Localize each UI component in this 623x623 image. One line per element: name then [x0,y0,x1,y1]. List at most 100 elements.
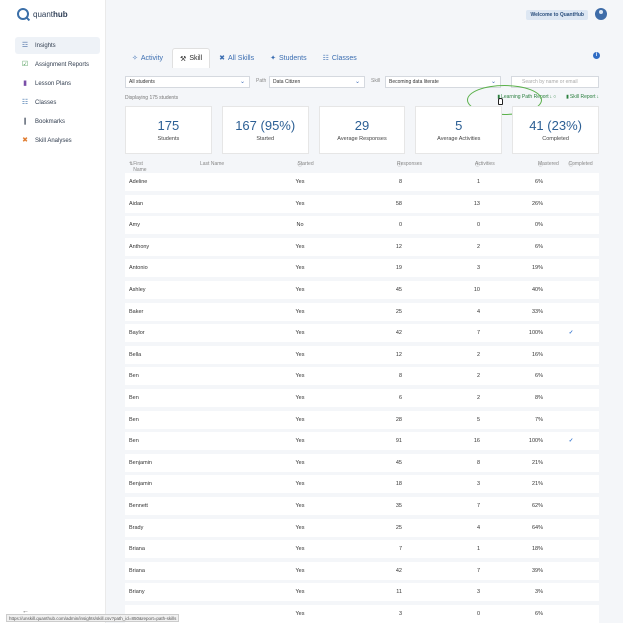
cell-first-name: Brady [129,524,144,531]
welcome-badge[interactable]: Welcome to QuantHub [526,10,588,20]
cell-activities: 2 [476,373,480,380]
column-header-mastered[interactable]: Mastered ⓘ [495,161,559,168]
table-row[interactable]: Baylor Yes 42 7 100% ✓ [125,324,599,343]
table-row[interactable]: Brady Yes 25 4 64% [125,518,599,537]
column-header-first-name[interactable]: ⇅ First Name [129,161,147,173]
stat-card-average-responses: 29 Average Responses [318,106,406,154]
tab-students[interactable]: ✦ Students [263,48,314,68]
column-header-responses[interactable]: Responses ⓘ [357,161,422,168]
students-select-value: All students [129,79,155,85]
cell-mastered: 6% [535,373,543,380]
cell-responses: 12 [395,351,402,358]
table-row[interactable]: Ben Yes 6 2 8% [125,388,599,407]
table-row[interactable]: Antonio Yes 19 3 19% [125,259,599,278]
cell-first-name: Anthony [129,243,150,250]
status-bar-url: https://unskill.quanthub.com/admin/insig… [6,614,180,622]
table-row[interactable]: Bennett Yes 35 7 62% [125,496,599,515]
sidebar: quanthub ☲ Insights ☑ Assignment Reports… [0,0,106,623]
table-row[interactable]: Bella Yes 12 2 16% [125,345,599,364]
stat-label: Completed [542,136,569,142]
cell-first-name: Ben [129,438,139,445]
chart-icon: ☲ [21,42,29,49]
students-select[interactable]: All students ⌄ [125,76,250,88]
column-header-activities[interactable]: Activities ⓘ [435,161,495,168]
cell-mastered: 6% [535,243,543,250]
sidebar-item-label: Insights [35,42,56,49]
brand-logo[interactable]: quanthub [17,8,68,20]
column-header-completed[interactable]: Completed ⓘ [553,161,592,168]
tab-skill[interactable]: ⚒ Skill [172,48,211,68]
table-header: ⇅ First Name Last Name Started ⓘ Respons… [125,161,599,173]
cell-first-name: Baylor [129,330,145,337]
sidebar-item-classes[interactable]: ☷ Classes [15,94,100,111]
cell-started: Yes [295,481,305,488]
skill-report-link[interactable]: ▮ Skill Report ↓ [566,94,599,100]
cell-mastered: 21% [531,459,543,466]
cell-started: Yes [295,438,305,445]
cell-mastered: 100% [528,330,543,337]
skill-label: Skill [371,78,381,84]
stat-label: Students [157,136,180,142]
cell-completed: ✓ [568,438,574,445]
table-row[interactable]: Benjamin Yes 18 3 21% [125,475,599,494]
cell-mastered: 6% [535,610,543,617]
cell-first-name: Briana [129,546,145,553]
cell-activities: 1 [476,179,480,185]
stat-label: Started [256,136,275,142]
table-row[interactable]: Baker Yes 25 4 33% [125,302,599,321]
chevron-down-icon: ⌄ [354,79,360,85]
table-row[interactable]: Briany Yes 11 3 3% [125,583,599,602]
sidebar-item-label: Skill Analyses [35,137,72,144]
cell-responses: 19 [395,265,402,272]
sidebar-item-label: Lesson Plans [35,80,72,87]
table-row[interactable]: Benjamin Yes 45 8 21% [125,453,599,472]
cell-started: Yes [295,589,305,596]
search-input[interactable]: Search by name or email [511,76,599,88]
stat-card-completed: 41 (23%) Completed [512,106,599,154]
stats-cards: 175 Students 167 (95%) Started 29 Averag… [125,106,599,154]
table-row[interactable]: Briana Yes 7 1 18% [125,540,599,559]
table-row[interactable]: Aidan Yes 58 13 26% [125,194,599,213]
path-select[interactable]: Data Citizen ⌄ [269,76,365,88]
tab-all-skills[interactable]: ✖ All Skills [212,48,261,68]
tab-classes[interactable]: ☷ Classes [316,48,364,68]
table-row[interactable]: Briana Yes 42 7 39% [125,561,599,580]
skill-select[interactable]: Becoming data literate ⌄ [385,76,501,88]
cell-activities: 1 [476,546,480,553]
table-row[interactable]: Ben Yes 8 2 6% [125,367,599,386]
avatar[interactable] [595,8,607,20]
skill-select-value: Becoming data literate [389,79,439,85]
table-row[interactable]: Amy No 0 0 0% [125,216,599,235]
table-row[interactable]: Yes 3 0 6% [125,604,599,623]
sidebar-item-bookmarks[interactable]: ❙ Bookmarks [15,113,100,130]
cell-started: Yes [295,524,305,531]
cell-activities: 4 [476,524,480,531]
tab-activity[interactable]: ✧ Activity [125,48,170,68]
quanthub-logo-icon [17,8,29,20]
cell-activities: 3 [476,589,480,596]
cell-responses: 18 [395,481,402,488]
sidebar-item-skill-analyses[interactable]: ✖ Skill Analyses [15,132,100,149]
book-icon: ▮ [23,80,27,87]
cell-activities: 5 [476,416,480,423]
skills-icon: ✖ [219,55,226,62]
sidebar-item-assignment-reports[interactable]: ☑ Assignment Reports [15,56,100,73]
sidebar-item-insights[interactable]: ☲ Insights [15,37,100,54]
table-row[interactable]: Ben Yes 91 16 100% ✓ [125,432,599,451]
cell-first-name: Ben [129,394,139,401]
stat-value: 29 [354,118,370,133]
table-row[interactable]: Ashley Yes 45 10 40% [125,280,599,299]
column-header-started[interactable]: Started ⓘ [285,161,315,168]
column-header-last-name[interactable]: Last Name [200,161,224,167]
stat-value: 41 (23%) [529,118,582,133]
table-row[interactable]: Adeline Yes 8 1 6% [125,173,599,191]
table-row[interactable]: Ben Yes 28 5 7% [125,410,599,429]
cell-mastered: 64% [531,524,543,531]
cell-mastered: 19% [531,265,543,272]
info-icon[interactable]: i [593,52,600,59]
sidebar-item-lesson-plans[interactable]: ▮ Lesson Plans [15,75,100,92]
cell-mastered: 18% [531,546,543,553]
table-row[interactable]: Anthony Yes 12 2 6% [125,237,599,256]
cell-activities: 2 [476,394,480,401]
cell-started: Yes [295,394,305,401]
